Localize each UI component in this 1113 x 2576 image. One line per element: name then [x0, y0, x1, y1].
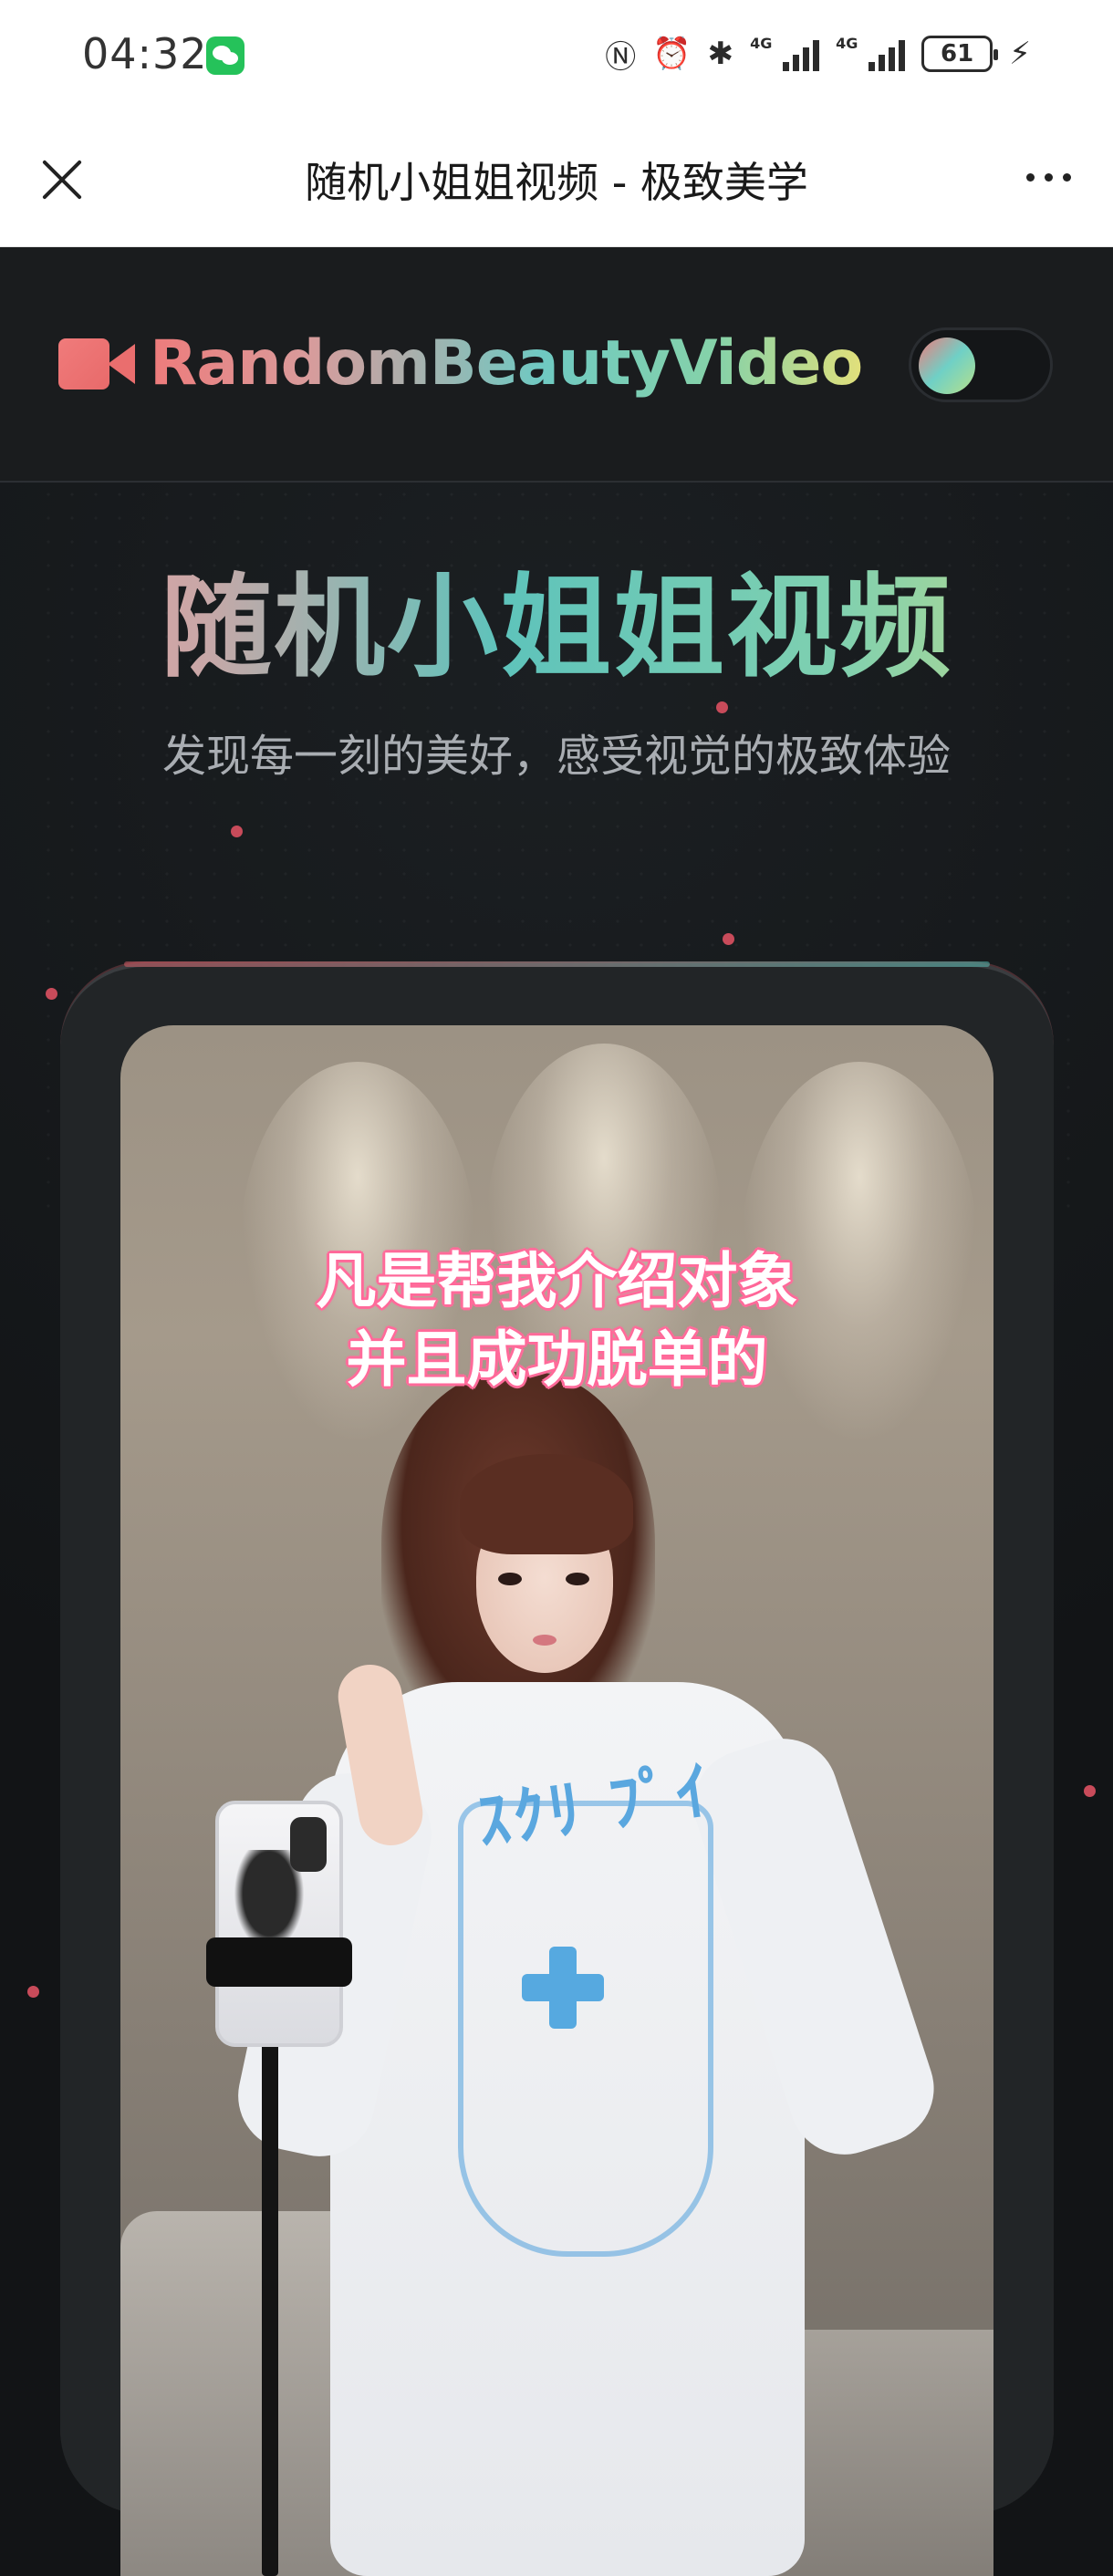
theme-toggle[interactable]: [909, 327, 1053, 402]
video-caption: 凡是帮我介绍对象 并且成功脱单的: [120, 1242, 993, 1399]
status-icons: Ⓝ ⏰ ✱ 4G 4G 61 ⚡: [605, 31, 1031, 77]
alarm-icon: ⏰: [652, 36, 692, 72]
bluetooth-icon: ✱: [707, 36, 734, 72]
video-player[interactable]: ｽｸﾘ ﾌﾟｲ 凡是帮我介绍对象 并且成功脱单的: [120, 1025, 993, 2576]
floating-particle: [1084, 1785, 1096, 1797]
phone-on-tripod: [215, 1801, 343, 2047]
page-title: 随机小姐姐视频 - 极致美学: [305, 158, 808, 207]
network-type-2: 4G: [836, 35, 858, 52]
status-time: 04:32: [82, 29, 208, 78]
site-logo[interactable]: RandomBeautyVideo: [150, 327, 863, 400]
battery-level: 61: [941, 40, 974, 68]
charging-icon: ⚡: [1009, 36, 1031, 72]
tripod: [262, 2010, 278, 2576]
video-camera-icon: [58, 338, 135, 390]
caption-line-1: 凡是帮我介绍对象: [316, 1246, 798, 1316]
video-phone-frame: ｽｸﾘ ﾌﾟｲ 凡是帮我介绍对象 并且成功脱单的: [60, 961, 1054, 2576]
nfc-icon: Ⓝ: [605, 38, 637, 76]
more-options-icon[interactable]: [1026, 173, 1071, 182]
floating-particle: [27, 1986, 39, 1998]
floating-particle: [231, 826, 243, 837]
site-header: RandomBeautyVideo: [0, 247, 1113, 483]
status-bar: 04:32 Ⓝ ⏰ ✱ 4G 4G 61 ⚡: [0, 0, 1113, 108]
signal-4g-icon: 4G: [836, 35, 906, 71]
app-nav-bar: 随机小姐姐视频 - 极致美学: [0, 108, 1113, 247]
main-content: 随机小姐姐视频 发现每一刻的美好，感受视觉的极致体验 ｽｸﾘ ﾌﾟｲ 凡是帮我介…: [0, 483, 1113, 2576]
signal-4g-icon: 4G: [750, 35, 820, 71]
hero-title: 随机小姐姐视频: [0, 537, 1113, 699]
caption-line-2: 并且成功脱单的: [346, 1324, 768, 1395]
floating-particle: [716, 701, 728, 713]
hero-subtitle: 发现每一刻的美好，感受视觉的极致体验: [161, 731, 951, 782]
cross-icon: [522, 1947, 604, 2029]
floating-particle: [46, 988, 57, 1000]
network-type-1: 4G: [750, 35, 773, 52]
floating-particle: [723, 933, 734, 945]
battery-icon: 61: [921, 36, 999, 72]
toggle-knob: [919, 338, 975, 394]
wechat-notification-icon: [206, 36, 244, 75]
